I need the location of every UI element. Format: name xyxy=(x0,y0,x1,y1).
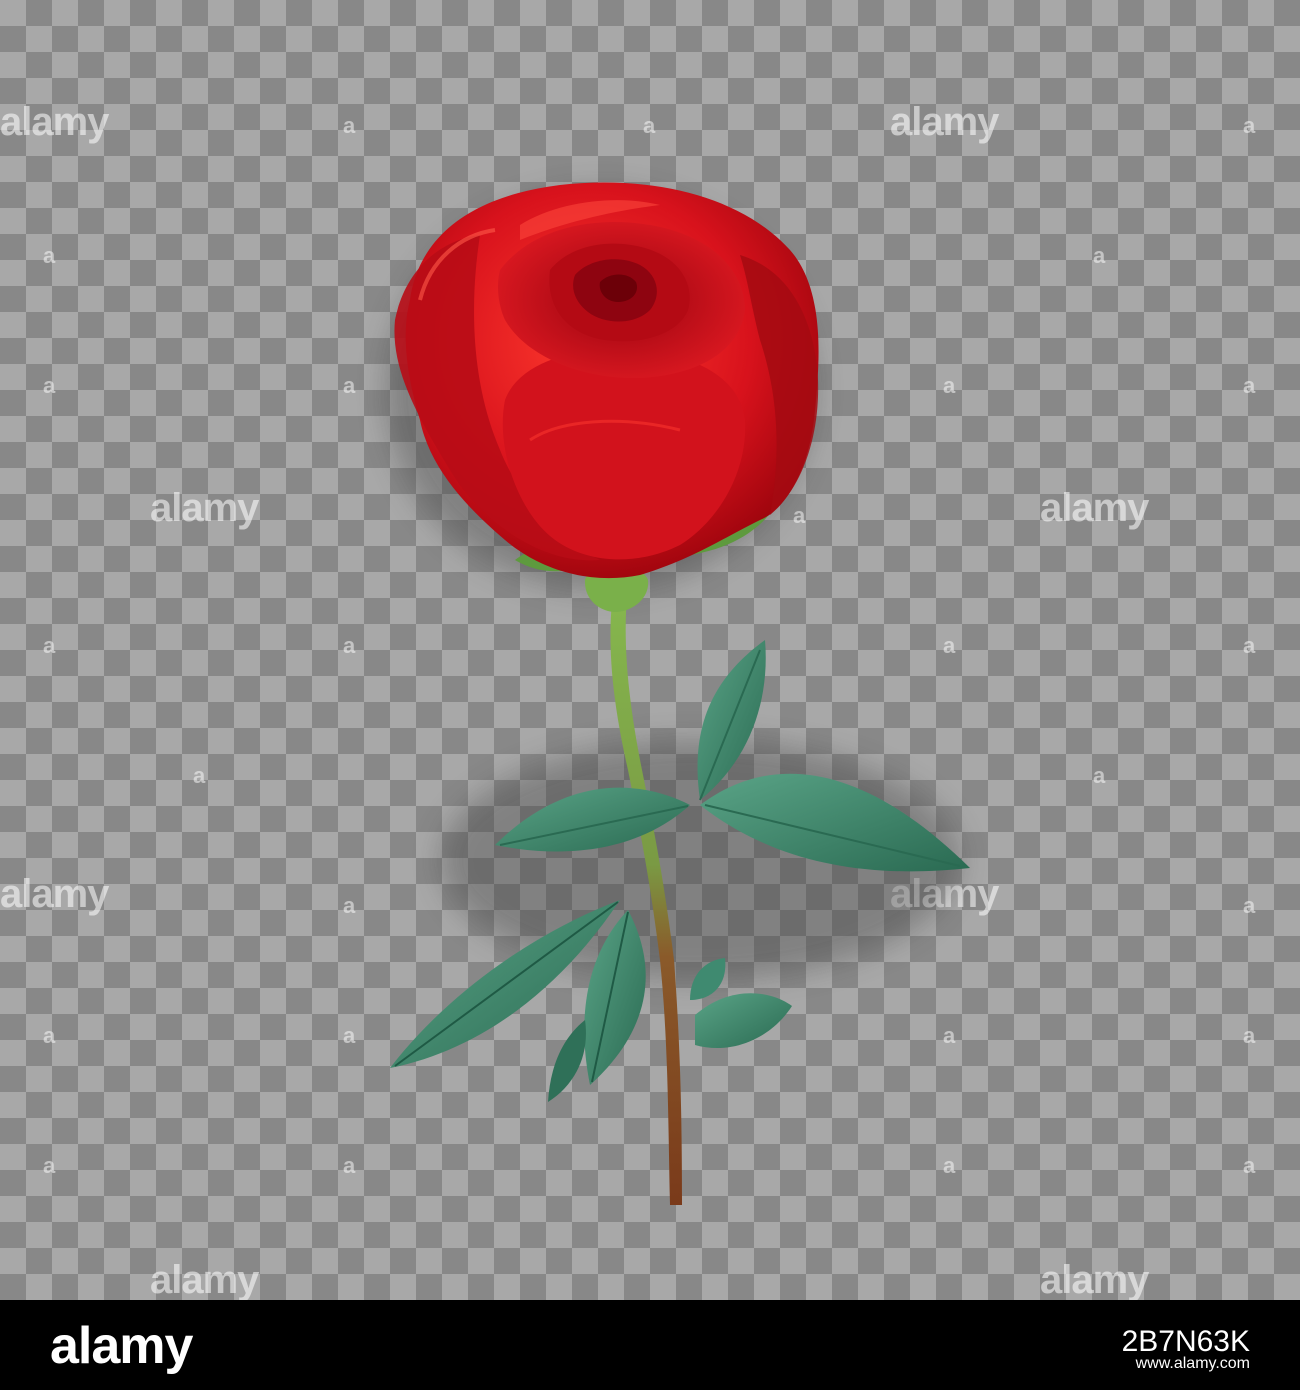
brand-logo: alamy xyxy=(50,1317,193,1375)
image-id: 2B7N63K xyxy=(1121,1325,1250,1358)
stock-footer-bar: alamy 2B7N63K www.alamy.com xyxy=(0,1300,1300,1390)
transparency-checkerboard-background: alamy alamy alamy alamy alamy alamy alam… xyxy=(0,0,1300,1300)
site-url: www.alamy.com xyxy=(1135,1355,1250,1372)
leaf xyxy=(548,1020,586,1102)
leaf xyxy=(695,993,792,1049)
red-rose-illustration xyxy=(385,182,970,1205)
